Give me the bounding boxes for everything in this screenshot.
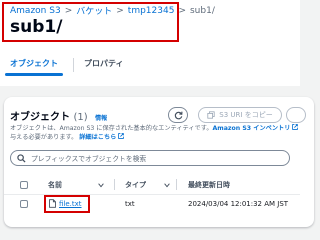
info-link[interactable]: 情報	[95, 115, 107, 122]
highlight-box	[2, 2, 179, 42]
sort-icon	[164, 183, 170, 188]
table-header: 名前 タイプ 最終更新日時	[4, 177, 300, 193]
tab-objects[interactable]: オブジェクト	[5, 58, 63, 76]
tab-divider	[73, 58, 74, 72]
search-placeholder: プレフィックスでオブジェクトを検索	[31, 155, 147, 163]
search-input[interactable]: プレフィックスでオブジェクトを検索	[10, 150, 290, 166]
row-type: txt	[125, 200, 135, 208]
objects-heading-label: オブジェクト	[10, 112, 70, 123]
description-text: オブジェクトは、Amazon S3 に保存された基本的なエンティティです。	[10, 125, 213, 132]
tab-bar: オブジェクト プロパティ	[5, 58, 150, 76]
refresh-button[interactable]	[168, 107, 188, 123]
breadcrumb-current: sub1/	[189, 5, 215, 16]
sort-icon	[98, 183, 104, 188]
copy-s3-uri-label: S3 URI をコピー	[219, 111, 273, 119]
column-header-modified[interactable]: 最終更新日時	[188, 180, 230, 190]
external-link-icon	[292, 124, 299, 130]
objects-description: オブジェクトは、Amazon S3 に保存された基本的なエンティティです。Ama…	[10, 124, 300, 142]
column-divider	[176, 179, 177, 190]
highlight-box	[44, 195, 90, 213]
breadcrumb-separator: >	[178, 5, 186, 16]
copy-icon	[207, 111, 215, 119]
description-text: 与える必要があります。	[10, 134, 78, 141]
select-all-checkbox[interactable]	[20, 181, 28, 189]
column-divider	[114, 179, 115, 190]
refresh-icon	[174, 111, 183, 119]
column-header-type[interactable]: タイプ	[125, 180, 146, 190]
objects-count: (1)	[73, 112, 88, 123]
inventory-link[interactable]: Amazon S3 インベントリ	[213, 125, 291, 132]
external-link-icon	[118, 133, 125, 139]
row-modified: 2024/03/04 12:01:32 AM JST	[188, 200, 289, 208]
more-actions-button[interactable]	[286, 107, 306, 123]
row-checkbox[interactable]	[20, 200, 28, 208]
tab-properties[interactable]: プロパティ	[84, 58, 124, 76]
objects-heading: オブジェクト (1) 情報	[10, 108, 107, 123]
search-icon	[17, 153, 26, 163]
column-header-name[interactable]: 名前	[48, 180, 62, 190]
learn-more-link[interactable]: 詳細はこちら	[79, 134, 116, 141]
copy-s3-uri-button[interactable]: S3 URI をコピー	[198, 107, 282, 123]
